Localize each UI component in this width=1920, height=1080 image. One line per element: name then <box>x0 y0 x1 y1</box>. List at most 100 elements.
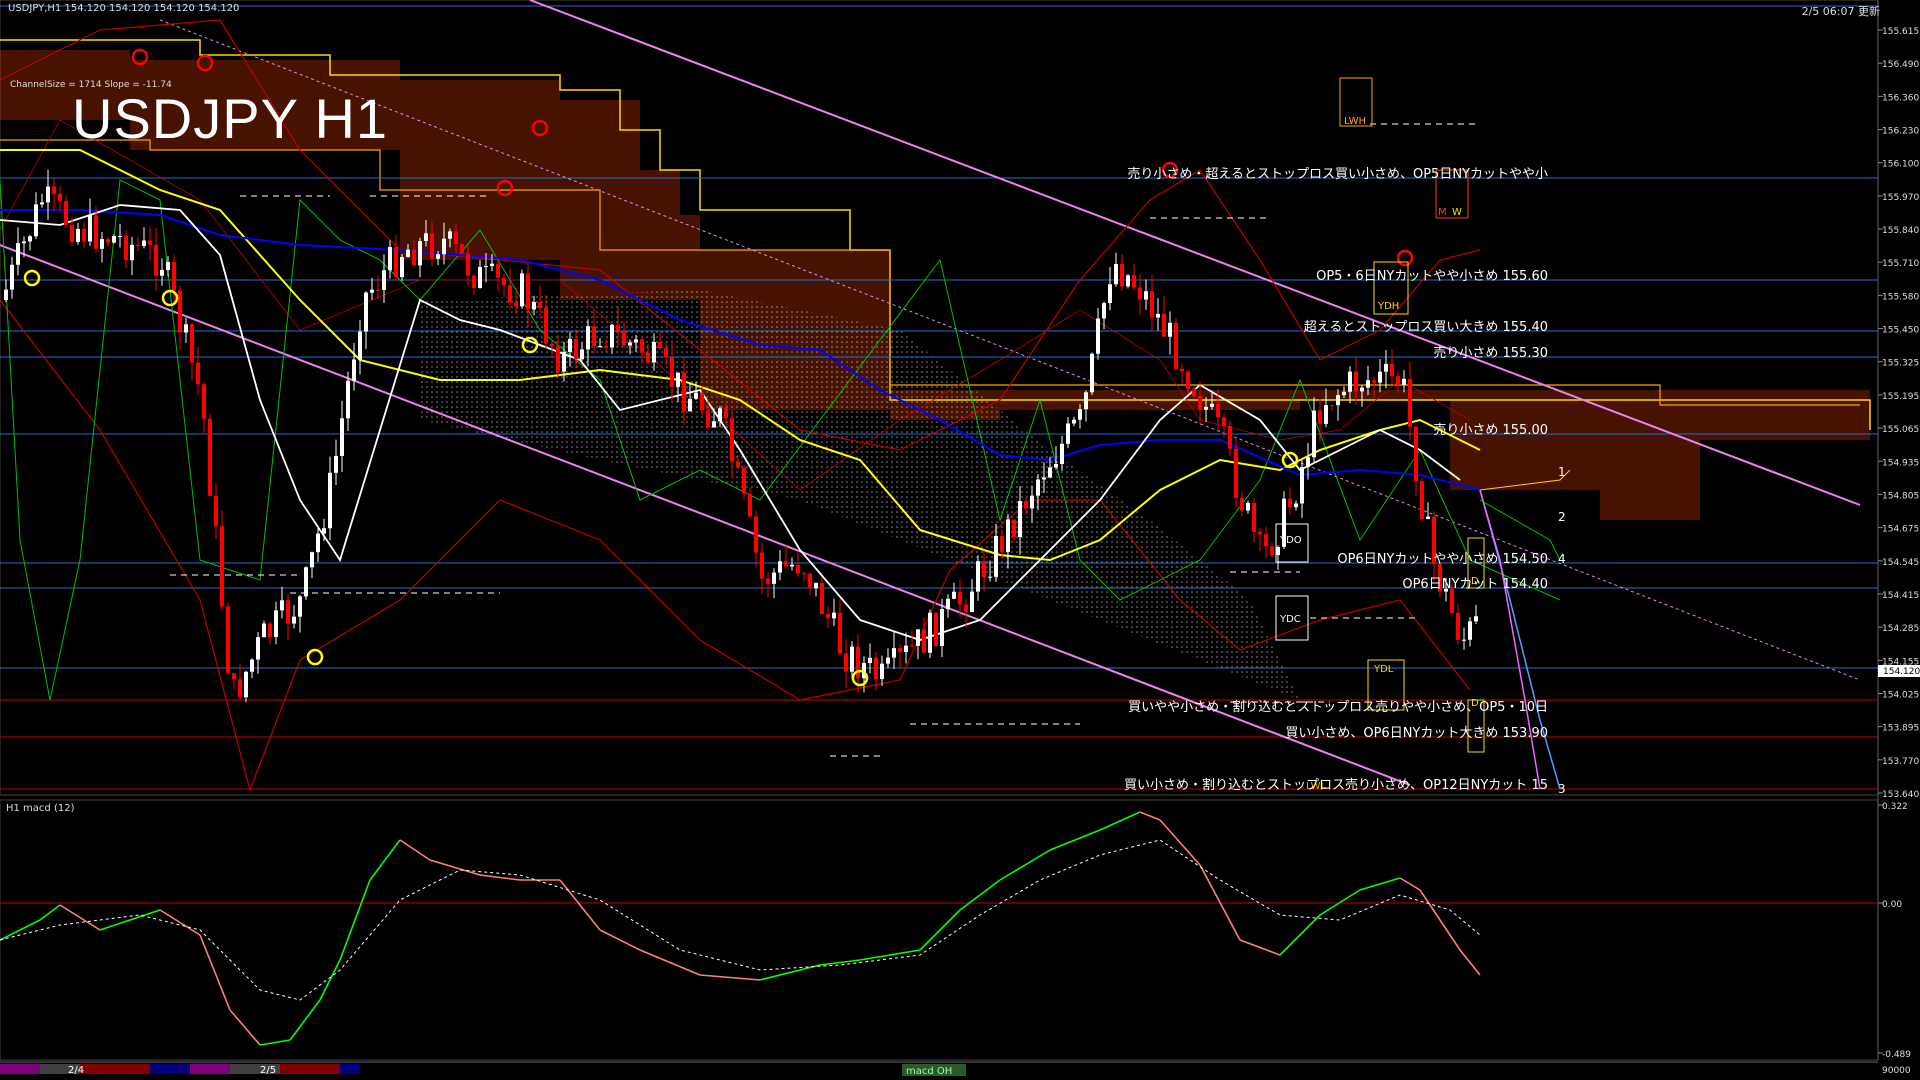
candle-body <box>718 408 722 422</box>
candle-body <box>10 264 14 290</box>
candle-body <box>472 275 476 289</box>
macd-histogram-line <box>1239 939 1281 956</box>
candle-body <box>1246 502 1250 511</box>
candle-body <box>1216 403 1220 418</box>
candle-body <box>232 673 236 680</box>
candle-body <box>1198 395 1202 410</box>
candle-body <box>304 567 308 597</box>
candle-body <box>466 253 470 276</box>
candle-body <box>1132 275 1136 288</box>
candle-body <box>1168 322 1172 337</box>
candle-body <box>1174 322 1178 369</box>
candle-body <box>1414 426 1418 482</box>
candle-body <box>94 215 98 249</box>
candle-body <box>124 235 128 261</box>
candle-body <box>970 591 974 612</box>
candle-body <box>400 257 404 278</box>
candle-body <box>658 342 662 349</box>
candle-body <box>1012 519 1016 537</box>
candle-body <box>1078 409 1082 420</box>
candle-body <box>952 591 956 599</box>
candle-body <box>1072 419 1076 424</box>
candle-body <box>1210 403 1214 407</box>
price-tick-label: 155.195 <box>1882 392 1919 402</box>
candle-body <box>496 263 500 278</box>
candle-body <box>1126 275 1130 287</box>
channel-number: 1 <box>1558 465 1566 479</box>
candle-body <box>1468 621 1472 640</box>
price-tick-label: 154.805 <box>1882 491 1919 501</box>
candle-body <box>802 573 806 575</box>
candle-body <box>358 331 362 360</box>
price-tick-label: 155.840 <box>1882 226 1919 236</box>
candle-body <box>694 392 698 399</box>
candle-body <box>898 648 902 652</box>
candle-body <box>274 610 278 637</box>
candle-body <box>1258 531 1262 535</box>
candle-body <box>1474 616 1478 622</box>
macd-histogram-line <box>1459 949 1481 976</box>
candle-body <box>280 600 284 611</box>
candle-body <box>1024 501 1028 509</box>
candle-body <box>1396 376 1400 385</box>
level-label: 買い小さめ、OP6日NYカット大きめ 153.90 <box>1285 726 1548 741</box>
current-price-label: 154.120 <box>1883 667 1920 677</box>
box-label: M <box>1438 207 1447 218</box>
chart-title: USDJPY H1 <box>72 87 389 150</box>
symbol-info: USDJPY,H1 154.120 154.120 154.120 154.12… <box>8 3 240 14</box>
time-bar-segment <box>150 1064 190 1074</box>
candle-body <box>460 244 464 254</box>
box-label: W <box>1452 207 1462 218</box>
candle-body <box>790 564 794 567</box>
level-label: OP5・6日NYカットやや小さめ 155.60 <box>1316 269 1548 284</box>
macd-histogram-line <box>1049 829 1101 851</box>
candle-body <box>1366 380 1370 388</box>
candle-body <box>664 348 668 358</box>
candle-body <box>1042 477 1046 480</box>
candle-body <box>382 270 386 291</box>
candle-body <box>1330 405 1334 407</box>
candle-body <box>1294 503 1298 508</box>
macd-histogram-line <box>919 909 961 951</box>
macd-histogram-line <box>259 1039 291 1046</box>
candle-body <box>46 186 50 203</box>
macd-histogram-line <box>759 964 821 981</box>
level-label: 買い小さめ・割り込むとストップロス売り小さめ、OP12日NYカット 15 <box>1124 778 1548 793</box>
price-tick-label: 154.675 <box>1882 525 1919 535</box>
candle-body <box>1288 498 1292 508</box>
candle-body <box>64 201 68 225</box>
candle-body <box>520 273 524 307</box>
candle-body <box>1270 546 1274 555</box>
candle-body <box>1342 391 1346 396</box>
time-bar-segment <box>190 1064 230 1074</box>
candle-body <box>736 461 740 468</box>
candle-body <box>1162 313 1166 337</box>
candle-body <box>4 289 8 300</box>
level-label: 超えるとストップロス買い大きめ 155.40 <box>1303 320 1548 335</box>
candle-body <box>508 285 512 303</box>
candle-body <box>874 657 878 680</box>
macd-histogram-line <box>369 839 401 881</box>
chart-canvas[interactable]: 155.615 156.490 156.360 156.230 156.100 155.9… <box>0 0 1920 1080</box>
candle-body <box>1360 387 1364 392</box>
candle-body <box>724 408 728 419</box>
candle-body <box>922 629 926 653</box>
time-axis-label: 2/4 <box>68 1065 84 1076</box>
candle-body <box>82 228 86 242</box>
candle-body <box>448 231 452 239</box>
macd-tick-label: -0.489 <box>1882 1050 1911 1060</box>
candle-body <box>214 495 218 527</box>
candle-body <box>532 302 536 310</box>
candle-body <box>628 342 632 346</box>
candle-body <box>598 346 602 348</box>
price-tick-label: 155.580 <box>1882 292 1919 302</box>
candle-body <box>286 600 290 624</box>
candle-body <box>916 629 920 646</box>
candle-body <box>100 239 104 249</box>
price-tick-label: 155.615 <box>1882 27 1919 37</box>
channel-number: 2 <box>1558 510 1566 524</box>
candle-body <box>544 307 548 344</box>
candle-body <box>1426 516 1430 519</box>
candle-body <box>1036 479 1040 496</box>
candle-body <box>940 609 944 646</box>
